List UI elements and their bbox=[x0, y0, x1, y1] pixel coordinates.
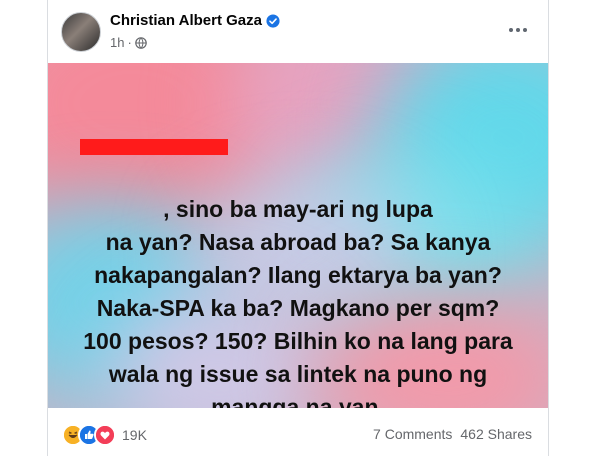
love-icon bbox=[94, 424, 116, 446]
author-row: Christian Albert Gaza bbox=[110, 12, 280, 29]
globe-icon[interactable] bbox=[135, 36, 147, 49]
post-text: , sino ba may-ari ng lupa na yan? Nasa a… bbox=[83, 196, 513, 408]
comments-count[interactable]: 7 Comments bbox=[373, 426, 452, 442]
reactions-summary[interactable]: 19K bbox=[62, 424, 147, 446]
meta-separator: · bbox=[127, 35, 132, 50]
author-avatar[interactable] bbox=[61, 12, 101, 52]
more-dot bbox=[523, 28, 527, 32]
post-card: Christian Albert Gaza 1h · , sino ba may… bbox=[47, 0, 549, 456]
more-horizontal-icon bbox=[509, 28, 513, 32]
post-timestamp[interactable]: 1h bbox=[110, 35, 124, 50]
post-background: , sino ba may-ari ng lupa na yan? Nasa a… bbox=[48, 63, 548, 408]
post-footer: 19K 7 Comments 462 Shares bbox=[48, 408, 548, 456]
redaction-bar bbox=[80, 139, 228, 155]
more-options-button[interactable] bbox=[506, 20, 530, 40]
author-name[interactable]: Christian Albert Gaza bbox=[110, 12, 262, 29]
post-header: Christian Albert Gaza 1h · bbox=[48, 0, 548, 64]
more-dot bbox=[516, 28, 520, 32]
engagement-counts: 7 Comments 462 Shares bbox=[373, 426, 532, 442]
post-meta: 1h · bbox=[110, 35, 147, 50]
reaction-count[interactable]: 19K bbox=[122, 427, 147, 443]
verified-badge-icon bbox=[266, 13, 280, 28]
shares-count[interactable]: 462 Shares bbox=[460, 426, 532, 442]
